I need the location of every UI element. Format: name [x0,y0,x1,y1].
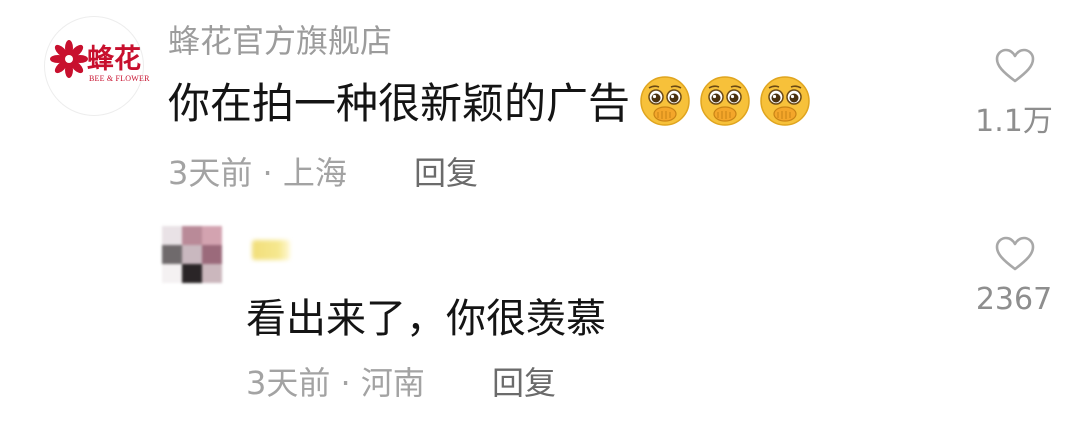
comment-body: 你在拍一种很新颖的广告 [168,79,631,128]
meta-separator: · [262,154,273,192]
hidden-username[interactable] [252,240,290,260]
pleading-face-emoji-icon [640,75,690,126]
brand-logo-text: 蜂花 [87,44,141,75]
comment-meta: 3天前 · 上海 [168,148,347,194]
meta-separator: · [340,364,351,402]
comment-location: 上海 [282,154,347,192]
comment-time: 3天前 [168,154,253,192]
comment-text: 你在拍一种很新颖的广告 [168,70,812,131]
pleading-face-emoji-icon [760,75,810,126]
reply-comment-text: 看出来了，你很羡慕 [246,296,606,342]
like-count: 2367 [975,282,1053,317]
reply-button[interactable]: 回复 [492,358,556,404]
emoji-group [638,74,812,128]
like-count: 1.1万 [975,104,1053,139]
reply-button[interactable]: 回复 [414,148,478,194]
flower-logo-icon [50,40,88,78]
brand-logo-subtext: BEE & FLOWER [89,74,150,83]
comment-location: 河南 [360,364,425,402]
heart-outline-icon[interactable] [995,236,1035,272]
heart-outline-icon[interactable] [995,48,1035,84]
reply-comment-meta: 3天前 · 河南 [246,358,425,404]
comment-username[interactable]: 蜂花官方旗舰店 [168,16,392,62]
comment-time: 3天前 [246,364,331,402]
pixelated-avatar[interactable] [162,226,222,283]
pleading-face-emoji-icon [700,75,750,126]
brand-avatar[interactable]: 蜂花 BEE & FLOWER [44,16,149,116]
